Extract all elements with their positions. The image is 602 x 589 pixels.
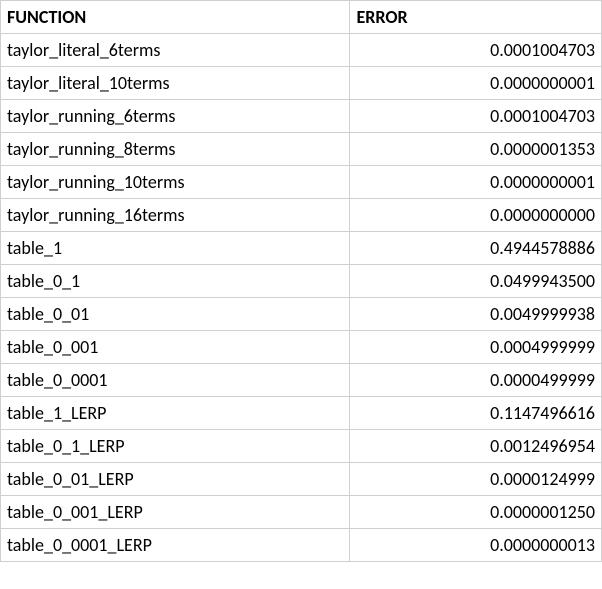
cell-function: taylor_running_6terms xyxy=(1,100,350,133)
table-row: table_0_0010.0004999999 xyxy=(1,331,602,364)
cell-error: 0.0000000001 xyxy=(350,166,602,199)
cell-function: table_0_001 xyxy=(1,331,350,364)
table-row: table_0_00010.0000499999 xyxy=(1,364,602,397)
cell-error: 0.0001004703 xyxy=(350,34,602,67)
cell-error: 0.0004999999 xyxy=(350,331,602,364)
cell-error: 0.0049999938 xyxy=(350,298,602,331)
table-row: taylor_running_6terms0.0001004703 xyxy=(1,100,602,133)
table-header-row: FUNCTION ERROR xyxy=(1,1,602,34)
table-row: table_0_01_LERP0.0000124999 xyxy=(1,463,602,496)
cell-error: 0.0499943500 xyxy=(350,265,602,298)
header-error: ERROR xyxy=(350,1,602,34)
cell-function: taylor_running_10terms xyxy=(1,166,350,199)
table-row: table_0_1_LERP0.0012496954 xyxy=(1,430,602,463)
cell-error: 0.0000001250 xyxy=(350,496,602,529)
table-row: table_0_10.0499943500 xyxy=(1,265,602,298)
table-row: table_1_LERP0.1147496616 xyxy=(1,397,602,430)
cell-error: 0.0000000000 xyxy=(350,199,602,232)
cell-function: taylor_literal_6terms xyxy=(1,34,350,67)
cell-error: 0.4944578886 xyxy=(350,232,602,265)
cell-error: 0.0000499999 xyxy=(350,364,602,397)
table-row: taylor_literal_6terms0.0001004703 xyxy=(1,34,602,67)
cell-error: 0.0012496954 xyxy=(350,430,602,463)
cell-function: table_0_001_LERP xyxy=(1,496,350,529)
cell-function: table_0_01 xyxy=(1,298,350,331)
table-row: table_0_001_LERP0.0000001250 xyxy=(1,496,602,529)
header-function: FUNCTION xyxy=(1,1,350,34)
cell-function: table_0_1 xyxy=(1,265,350,298)
cell-error: 0.1147496616 xyxy=(350,397,602,430)
cell-function: table_1_LERP xyxy=(1,397,350,430)
cell-function: table_0_1_LERP xyxy=(1,430,350,463)
table-row: taylor_running_16terms0.0000000000 xyxy=(1,199,602,232)
table-row: table_0_010.0049999938 xyxy=(1,298,602,331)
table-row: taylor_running_8terms0.0000001353 xyxy=(1,133,602,166)
cell-function: taylor_literal_10terms xyxy=(1,67,350,100)
cell-error: 0.0000124999 xyxy=(350,463,602,496)
cell-function: table_0_0001 xyxy=(1,364,350,397)
table-row: table_10.4944578886 xyxy=(1,232,602,265)
cell-function: taylor_running_16terms xyxy=(1,199,350,232)
table-row: taylor_running_10terms0.0000000001 xyxy=(1,166,602,199)
cell-function: table_1 xyxy=(1,232,350,265)
cell-error: 0.0000001353 xyxy=(350,133,602,166)
cell-function: table_0_0001_LERP xyxy=(1,529,350,562)
cell-error: 0.0001004703 xyxy=(350,100,602,133)
error-table: FUNCTION ERROR taylor_literal_6terms0.00… xyxy=(0,0,602,562)
cell-function: taylor_running_8terms xyxy=(1,133,350,166)
cell-error: 0.0000000013 xyxy=(350,529,602,562)
cell-error: 0.0000000001 xyxy=(350,67,602,100)
cell-function: table_0_01_LERP xyxy=(1,463,350,496)
table-row: taylor_literal_10terms0.0000000001 xyxy=(1,67,602,100)
table-row: table_0_0001_LERP0.0000000013 xyxy=(1,529,602,562)
